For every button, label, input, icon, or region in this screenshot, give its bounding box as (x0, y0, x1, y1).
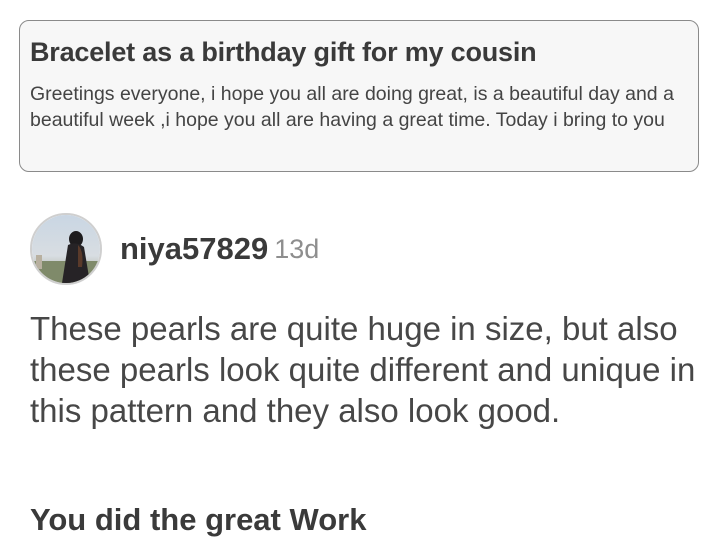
comment-body: These pearls are quite huge in size, but… (30, 310, 696, 429)
post-excerpt: Greetings everyone, i hope you all are d… (30, 83, 674, 131)
comment-heading: You did the great Work (30, 502, 367, 537)
comment-username[interactable]: niya57829 (120, 231, 268, 267)
post-title[interactable]: Bracelet as a birthday gift for my cousi… (30, 35, 686, 69)
comment-header: niya57829 13d (30, 211, 319, 287)
comment-timestamp: 13d (274, 233, 320, 264)
post-preview-card[interactable]: Bracelet as a birthday gift for my cousi… (19, 20, 699, 172)
avatar-photo-icon (32, 215, 100, 283)
user-avatar[interactable] (30, 213, 102, 285)
